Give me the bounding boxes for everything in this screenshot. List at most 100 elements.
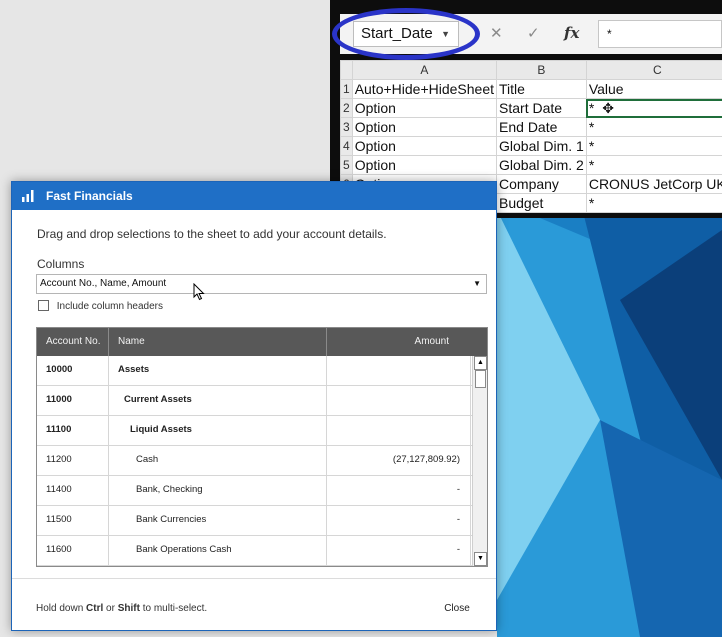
amount-cell: -: [327, 536, 471, 565]
instructions-text: Drag and drop selections to the sheet to…: [37, 227, 387, 241]
title-bar[interactable]: Fast Financials: [12, 182, 496, 210]
account-name-cell: Assets: [109, 356, 327, 385]
formula-input[interactable]: *: [598, 20, 722, 48]
cell-b-value: Title: [499, 81, 525, 97]
vertical-scrollbar[interactable]: ▲ ▼: [472, 356, 487, 566]
cell-c-value: *: [588, 157, 595, 173]
column-header-a[interactable]: A: [351, 60, 498, 80]
cell-b[interactable]: Budget: [496, 193, 587, 213]
columns-label: Columns: [37, 257, 85, 271]
cell-a-value: Option: [354, 100, 396, 116]
scroll-down-icon[interactable]: ▼: [474, 552, 487, 566]
table-body: 10000 Assets 11000 Current Assets 11100 Liqui…: [37, 356, 487, 567]
cell-a[interactable]: Option: [351, 155, 498, 175]
account-name-cell: Bank Currencies: [109, 506, 327, 535]
amount-cell: [327, 416, 471, 445]
table-row[interactable]: 11400 Bank, Checking -: [37, 476, 487, 506]
row-header[interactable]: 5: [340, 155, 353, 175]
cell-c[interactable]: *: [585, 117, 722, 137]
cell-b-value: Global Dim. 1: [499, 138, 584, 154]
table-row[interactable]: 10000 Assets: [37, 356, 487, 386]
column-header-c[interactable]: C: [585, 60, 722, 80]
cell-c[interactable]: Value: [585, 79, 722, 99]
cell-c[interactable]: *: [585, 136, 722, 156]
mouse-pointer-icon: [193, 283, 205, 301]
enter-formula-button[interactable]: ✓: [527, 24, 540, 42]
checkbox-box[interactable]: [38, 300, 49, 311]
close-button[interactable]: Close: [432, 595, 482, 621]
amount-cell: (27,127,809.92): [327, 566, 471, 567]
cancel-formula-button[interactable]: ✕: [490, 24, 503, 42]
table-header-row: Account No. Name Amount: [37, 328, 487, 356]
sheet-row: 5 Option Global Dim. 2 *: [340, 155, 722, 175]
cell-b[interactable]: Company: [496, 174, 587, 194]
cell-c-value: *: [588, 195, 595, 211]
include-headers-checkbox[interactable]: Include column headers: [38, 300, 163, 312]
cell-a[interactable]: Option: [351, 117, 498, 137]
account-no-cell: 11400: [37, 476, 109, 505]
cell-c-value: Value: [588, 81, 624, 97]
column-header-account-no[interactable]: Account No.: [37, 328, 109, 356]
scroll-up-icon[interactable]: ▲: [474, 356, 487, 370]
account-name-cell: Liquid Assets, Total: [109, 566, 327, 567]
scrollbar-thumb[interactable]: [475, 370, 486, 388]
row-header-value: 4: [343, 139, 350, 153]
cell-a-value: Option: [354, 157, 396, 173]
account-name-cell: Liquid Assets: [109, 416, 327, 445]
account-name-cell: Bank Operations Cash: [109, 536, 327, 565]
cell-b[interactable]: Start Date: [496, 98, 587, 118]
amount-cell: [327, 356, 471, 385]
row-header[interactable]: 3: [340, 117, 353, 137]
table-row[interactable]: 11700Liquid Assets, Total(27,127,809.92): [37, 566, 487, 567]
cell-a-value: Option: [354, 138, 396, 154]
cell-c-value: *: [588, 99, 595, 116]
fast-financials-dialog: Fast Financials Drag and drop selections…: [11, 181, 497, 631]
cell-a[interactable]: Option: [351, 136, 498, 156]
insert-function-button[interactable]: fx: [564, 24, 579, 42]
row-header-value: 3: [343, 120, 350, 134]
cell-b[interactable]: Global Dim. 2: [496, 155, 587, 175]
cell-b[interactable]: End Date: [496, 117, 587, 137]
account-no-cell: 11500: [37, 506, 109, 535]
column-header-amount[interactable]: Amount: [327, 328, 471, 356]
column-header-name[interactable]: Name: [109, 328, 327, 356]
table-row[interactable]: 11000 Current Assets: [37, 386, 487, 416]
account-table: Account No. Name Amount 10000 Assets 11000…: [36, 327, 488, 567]
cell-c-value: CRONUS JetCorp UK: [588, 176, 722, 192]
cell-a-value: Auto+Hide+HideSheet: [354, 81, 495, 97]
account-no-cell: 11100: [37, 416, 109, 445]
columns-dropdown-value: Account No., Name, Amount: [40, 278, 167, 289]
hint-key-shift: Shift: [117, 603, 140, 614]
table-row[interactable]: 11200 Cash (27,127,809.92): [37, 446, 487, 476]
cell-cursor-icon: ✥: [602, 99, 615, 116]
table-row[interactable]: 11600 Bank Operations Cash -: [37, 536, 487, 566]
row-header[interactable]: 1: [340, 79, 353, 99]
cell-c[interactable]: CRONUS JetCorp UK: [585, 174, 722, 194]
account-no-cell: 10000: [37, 356, 109, 385]
cell-c[interactable]: * ✥: [585, 98, 722, 118]
hint-text: or: [103, 603, 118, 614]
cell-a[interactable]: Auto+Hide+HideSheet: [351, 79, 498, 99]
column-header-b[interactable]: B: [496, 60, 587, 80]
account-no-cell: 11000: [37, 386, 109, 415]
multi-select-hint: Hold down Ctrl or Shift to multi-select.: [36, 603, 207, 614]
table-row[interactable]: 11100 Liquid Assets: [37, 416, 487, 446]
chevron-down-icon[interactable]: ▼: [473, 275, 481, 293]
cell-b[interactable]: Title: [496, 79, 587, 99]
row-header-value: 2: [343, 101, 350, 115]
account-no-cell: 11700: [37, 566, 109, 567]
cell-b[interactable]: Global Dim. 1: [496, 136, 587, 156]
cell-c[interactable]: *: [585, 193, 722, 213]
footer-divider: [12, 578, 496, 579]
cell-c[interactable]: *: [585, 155, 722, 175]
account-name-cell: Cash: [109, 446, 327, 475]
cell-c-value: *: [588, 138, 595, 154]
corner-cell[interactable]: [340, 60, 353, 80]
columns-dropdown[interactable]: Account No., Name, Amount ▼: [36, 274, 487, 294]
include-headers-label: Include column headers: [56, 301, 163, 312]
cell-a[interactable]: Option: [351, 98, 498, 118]
row-header[interactable]: 4: [340, 136, 353, 156]
row-header[interactable]: 2: [340, 98, 353, 118]
account-no-cell: 11600: [37, 536, 109, 565]
table-row[interactable]: 11500 Bank Currencies -: [37, 506, 487, 536]
